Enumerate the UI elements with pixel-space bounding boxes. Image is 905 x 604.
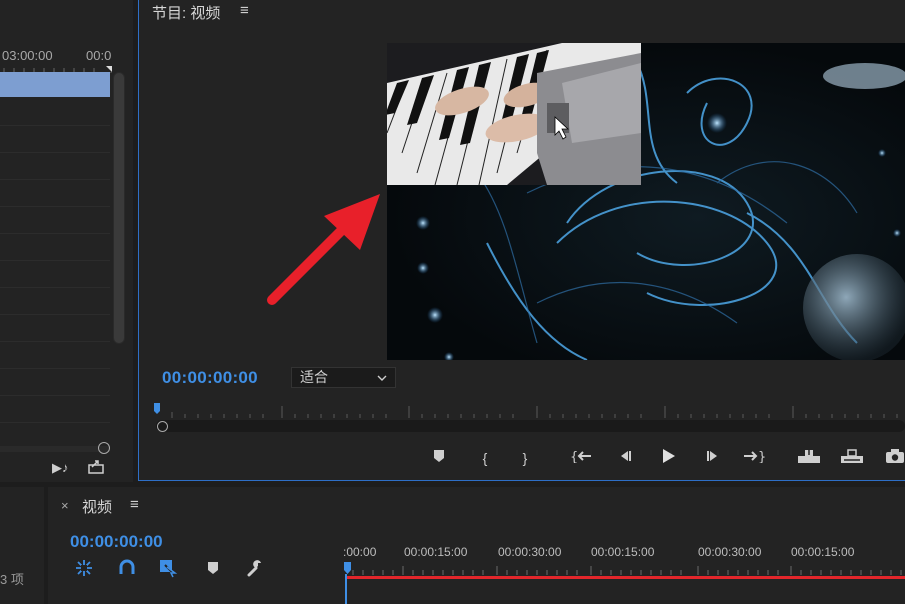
program-zoom-scrollbar[interactable] [156, 420, 905, 432]
timeline-ruler-label: 00:00:15:00 [791, 545, 855, 559]
go-to-out-button[interactable]: } [743, 448, 766, 468]
add-marker-icon[interactable] [203, 558, 223, 578]
timeline-playhead-timecode[interactable]: 00:00:00:00 [70, 532, 163, 552]
zoom-level-value: 适合 [300, 369, 328, 385]
svg-text:}: } [758, 450, 765, 463]
source-row-divider [0, 287, 110, 288]
sequence-tab-title[interactable]: 视频 [82, 496, 112, 517]
piano-hands-image [387, 43, 641, 185]
export-frame-button[interactable] [884, 448, 905, 468]
source-row-divider [0, 260, 110, 261]
source-row-divider [0, 233, 110, 234]
insert-music-icon[interactable]: ▶♪ [52, 460, 69, 476]
mark-out-button[interactable]: } [514, 448, 536, 468]
program-playhead[interactable] [154, 403, 160, 414]
step-forward-icon [707, 451, 717, 461]
go-to-in-icon: { [570, 450, 591, 465]
source-row-divider [0, 368, 110, 369]
play-button[interactable] [657, 448, 679, 468]
source-row-divider [0, 395, 110, 396]
marker-icon [434, 450, 444, 462]
program-playhead-timecode[interactable]: 00:00:00:00 [162, 368, 258, 388]
camera-icon [886, 449, 904, 463]
timeline-ruler-label: 00:00:30:00 [498, 545, 562, 559]
lift-button[interactable] [797, 448, 820, 468]
svg-text:{: { [570, 450, 578, 463]
step-back-button[interactable] [614, 448, 636, 468]
timeline-ruler-label: 00:00:15:00 [404, 545, 468, 559]
export-frame-icon[interactable] [88, 458, 104, 474]
play-icon [663, 449, 675, 463]
step-back-icon [621, 451, 631, 461]
program-time-ruler[interactable] [152, 400, 905, 422]
go-to-out-icon: } [744, 450, 766, 465]
step-forward-button[interactable] [702, 448, 724, 468]
timeline-playhead-line[interactable] [345, 574, 347, 604]
timeline-ruler-label: 00:00:15:00 [591, 545, 655, 559]
source-row-divider [0, 152, 110, 153]
panel-menu-icon[interactable]: ≡ [130, 496, 139, 513]
zoom-level-select[interactable]: 适合 [291, 367, 396, 388]
source-row-divider [0, 422, 110, 423]
mark-in-icon: { [482, 450, 488, 466]
panel-menu-icon[interactable]: ≡ [240, 2, 249, 19]
close-icon[interactable]: × [61, 498, 69, 513]
red-annotation-arrow [267, 194, 380, 305]
program-monitor-title[interactable]: 节目: 视频 [152, 2, 220, 23]
source-ruler-label: 00:0 [86, 48, 112, 63]
timeline-playhead-handle[interactable] [344, 562, 351, 574]
timeline-ruler-label: :00:00 [343, 545, 377, 559]
lift-icon [798, 449, 820, 463]
source-zoom-scrollbar[interactable] [0, 446, 110, 452]
linked-selection-icon[interactable] [158, 558, 178, 578]
extract-icon [841, 449, 863, 463]
source-scrollbar-thumb[interactable] [114, 73, 124, 343]
add-marker-button[interactable] [428, 448, 450, 468]
timeline-ruler-label: 00:00:30:00 [698, 545, 762, 559]
project-item-count: 3 项 [0, 572, 24, 587]
source-row-divider [0, 341, 110, 342]
wrench-settings-icon[interactable] [245, 558, 265, 578]
work-area-bar[interactable] [347, 576, 905, 579]
source-row-divider [0, 206, 110, 207]
source-ruler-label: 03:00:00 [2, 48, 53, 63]
snap-magnet-icon[interactable] [117, 558, 137, 578]
mark-out-icon: } [522, 450, 528, 466]
source-row-divider [0, 314, 110, 315]
program-zoom-handle[interactable] [157, 421, 168, 432]
nest-sequence-icon[interactable] [74, 558, 94, 578]
go-to-in-button[interactable]: { [570, 448, 592, 468]
source-clip-bar[interactable] [0, 72, 110, 97]
source-row-divider [0, 179, 110, 180]
mark-in-button[interactable]: { [474, 448, 496, 468]
overlay-clip-piano-hands[interactable] [387, 43, 641, 185]
extract-button[interactable] [840, 448, 863, 468]
source-zoom-handle[interactable] [98, 442, 110, 454]
timeline-panel [48, 487, 905, 604]
source-row-divider [0, 125, 110, 126]
chevron-down-icon [377, 375, 387, 381]
